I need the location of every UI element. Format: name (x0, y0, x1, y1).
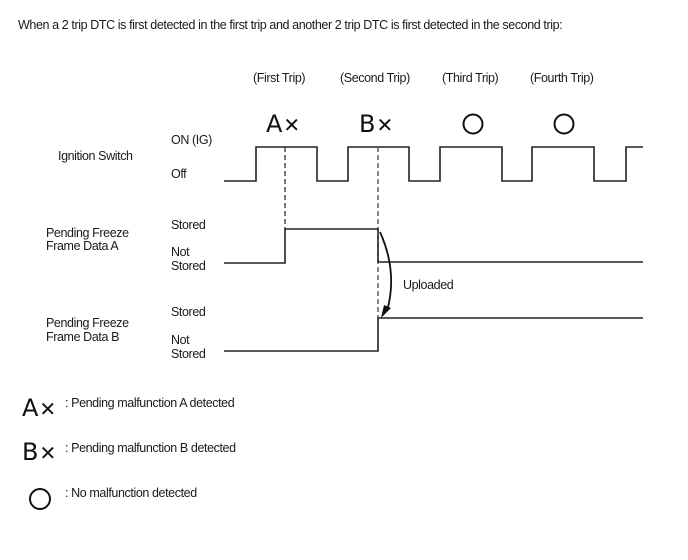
uploaded-arrow (379, 231, 393, 312)
freeze-a-high-label: Stored (171, 218, 206, 232)
diagram-canvas (224, 113, 643, 352)
signal-name-freeze-a-line2: Frame Data A (46, 239, 119, 253)
freeze-a-waveform (224, 228, 643, 264)
legend-bx-text: : Pending malfunction B detected (65, 441, 236, 455)
freeze-a-low-label-line2: Stored (171, 259, 206, 273)
legend-bx-icon: B✕ (22, 438, 57, 466)
freeze-a-low-label-line1: Not (171, 245, 190, 259)
legend-circle-text: : No malfunction detected (65, 486, 197, 500)
freeze-b-low-label-line1: Not (171, 333, 190, 347)
legend-ax-icon: A✕ (22, 394, 57, 422)
ignition-waveform (224, 146, 643, 182)
signal-name-freeze-b-line2: Frame Data B (46, 330, 120, 344)
signal-name-freeze-a-line1: Pending Freeze (46, 226, 129, 240)
freeze-b-low-label-line2: Stored (171, 347, 206, 361)
signal-name-ignition: Ignition Switch (58, 149, 133, 163)
ignition-high-label: ON (IG) (171, 133, 212, 147)
freeze-b-waveform (224, 317, 643, 352)
signal-name-freeze-b-line1: Pending Freeze (46, 316, 129, 330)
uploaded-label: Uploaded (403, 278, 454, 292)
freeze-b-high-label: Stored (171, 305, 206, 319)
legend-ax-text: : Pending malfunction A detected (65, 396, 235, 410)
marker-circle-icon-third (462, 113, 484, 135)
uploaded-arrowhead-icon (381, 305, 391, 318)
ignition-low-label: Off (171, 167, 187, 181)
marker-circle-icon-fourth (553, 113, 575, 135)
